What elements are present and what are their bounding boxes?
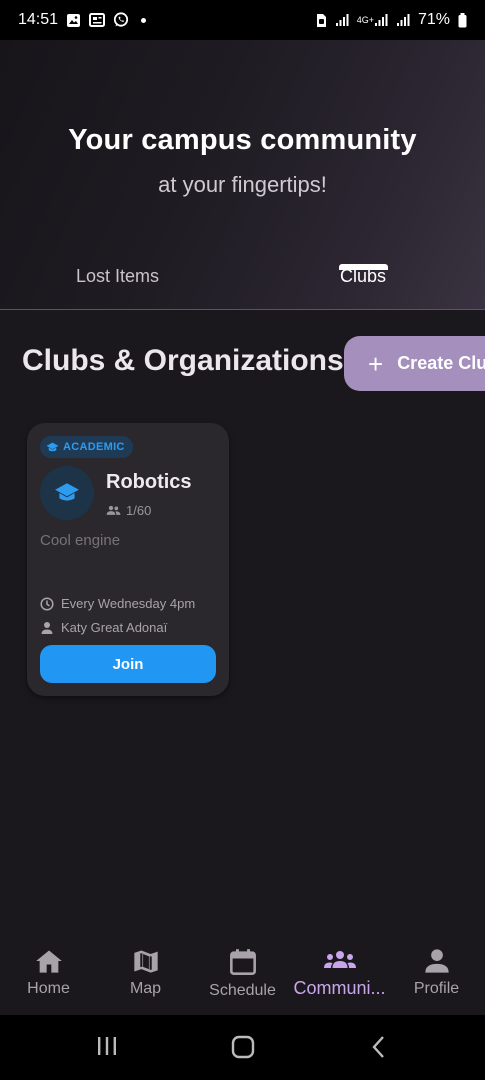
groups-icon — [323, 948, 357, 972]
calendar-icon — [229, 948, 257, 976]
join-button[interactable]: Join — [40, 645, 216, 683]
member-count: 1/60 — [106, 503, 151, 518]
back-icon[interactable] — [370, 1035, 388, 1064]
signal-icon — [335, 13, 349, 27]
news-icon — [89, 13, 106, 27]
nav-home-label: Home — [27, 980, 70, 997]
status-bar: 14:51 4G+ 71% — [0, 0, 485, 40]
club-description: Cool engine — [40, 532, 121, 549]
battery-icon — [458, 12, 467, 28]
home-icon — [35, 948, 63, 974]
member-count-value: 1/60 — [126, 503, 152, 518]
nav-home[interactable]: Home — [0, 938, 97, 1015]
schedule-text: Every Wednesday 4pm — [61, 596, 196, 611]
create-club-button[interactable]: + Create Clu — [344, 336, 485, 391]
nav-schedule[interactable]: Schedule — [194, 938, 291, 1015]
club-schedule: Every Wednesday 4pm — [40, 596, 195, 611]
status-left: 14:51 — [18, 11, 147, 29]
category-label: ACADEMIC — [63, 441, 125, 453]
club-name: Robotics — [106, 471, 192, 493]
clock: 14:51 — [18, 11, 59, 28]
battery-percent: 71% — [417, 11, 450, 28]
hero-header: Your campus community at your fingertips… — [0, 40, 485, 310]
status-right: 4G+ 71% — [315, 11, 467, 29]
signal-icon — [396, 13, 410, 27]
owner-name: Katy Great Adonaï — [61, 620, 168, 635]
nav-community-label: Communi... — [293, 978, 386, 998]
category-badge: ACADEMIC — [40, 436, 133, 458]
4g-signal-icon: 4G+ — [357, 13, 388, 27]
nav-community[interactable]: Communi... — [291, 938, 388, 1015]
hero-title: Your campus community — [68, 124, 417, 156]
recent-apps-icon[interactable] — [96, 1035, 118, 1062]
home-button-icon[interactable] — [231, 1035, 255, 1064]
club-avatar — [40, 466, 94, 520]
club-owner: Katy Great Adonaï — [40, 620, 167, 635]
plus-icon: + — [368, 348, 384, 379]
nav-schedule-label: Schedule — [209, 982, 276, 999]
tab-lost-items[interactable]: Lost Items — [76, 266, 159, 287]
clock-icon — [40, 596, 54, 611]
dot-icon — [141, 17, 147, 23]
group-icon — [106, 505, 121, 516]
whatsapp-icon — [113, 12, 129, 28]
nav-map[interactable]: Map — [97, 938, 194, 1015]
nav-profile[interactable]: Profile — [388, 938, 485, 1015]
hero-subtitle: at your fingertips! — [158, 172, 327, 197]
image-icon — [66, 13, 81, 28]
person-icon — [40, 621, 54, 635]
tab-bar: Lost Items Clubs — [0, 250, 485, 310]
nav-map-label: Map — [129, 980, 162, 997]
tab-divider — [0, 309, 485, 310]
bottom-nav: Home Map Schedule Communi... Profile — [0, 938, 485, 1015]
person-icon — [423, 948, 451, 974]
graduation-cap-icon — [46, 442, 59, 453]
create-club-label: Create Clu — [397, 353, 485, 373]
map-icon — [132, 948, 160, 974]
sim-icon — [315, 13, 327, 28]
club-card[interactable]: ACADEMIC Robotics 1/60 Cool engine Every… — [27, 423, 229, 696]
graduation-cap-icon — [54, 482, 80, 504]
tab-indicator — [339, 264, 388, 270]
nav-profile-label: Profile — [413, 980, 460, 997]
section-title: Clubs & Organizations — [22, 344, 344, 377]
system-nav-bar — [0, 1015, 485, 1080]
